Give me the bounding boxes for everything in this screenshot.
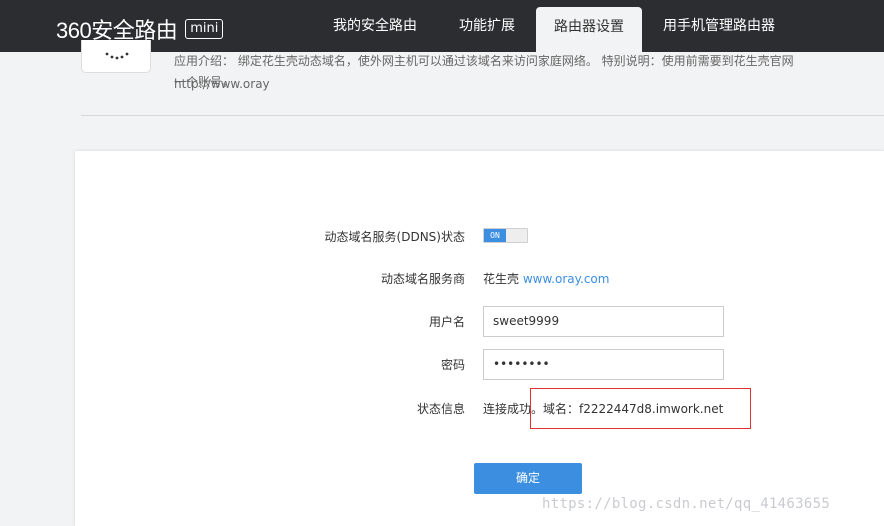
nav-extensions[interactable]: 功能扩展 — [438, 0, 536, 52]
provider-value: 花生壳 www.oray.com — [483, 270, 609, 287]
ddns-status-label: 动态域名服务(DDNS)状态 — [324, 230, 465, 244]
app-intro-continued: 一个账号。 — [174, 75, 235, 89]
password-input[interactable]: •••••••• — [483, 349, 724, 380]
confirm-button[interactable]: 确定 — [474, 463, 582, 494]
username-label: 用户名 — [428, 315, 465, 329]
logo-badge: mini — [185, 19, 224, 39]
main-nav: 我的安全路由 功能扩展 路由器设置 用手机管理路由器 — [312, 0, 796, 52]
peanut-shell-icon — [105, 52, 129, 60]
nav-mobile-manage[interactable]: 用手机管理路由器 — [642, 0, 796, 52]
nav-my-router[interactable]: 我的安全路由 — [312, 0, 438, 52]
app-intro: 应用介绍： 绑定花生壳动态域名，使外网主机可以通过该域名来访问家庭网络。 特别说… — [174, 54, 794, 91]
password-label: 密码 — [440, 358, 465, 372]
watermark: https://blog.csdn.net/qq_41463655 — [542, 496, 831, 512]
ddns-toggle[interactable]: ON — [483, 228, 528, 243]
provider-name: 花生壳 — [483, 272, 520, 286]
highlight-box — [530, 388, 751, 429]
provider-label: 动态域名服务商 — [380, 272, 465, 286]
toggle-on-label: ON — [484, 229, 506, 242]
username-input[interactable]: sweet9999 — [483, 306, 724, 337]
status-label: 状态信息 — [416, 402, 465, 416]
nav-router-settings[interactable]: 路由器设置 — [536, 7, 642, 52]
app-icon — [81, 40, 151, 73]
divider — [81, 115, 884, 116]
provider-link[interactable]: www.oray.com — [523, 272, 610, 286]
